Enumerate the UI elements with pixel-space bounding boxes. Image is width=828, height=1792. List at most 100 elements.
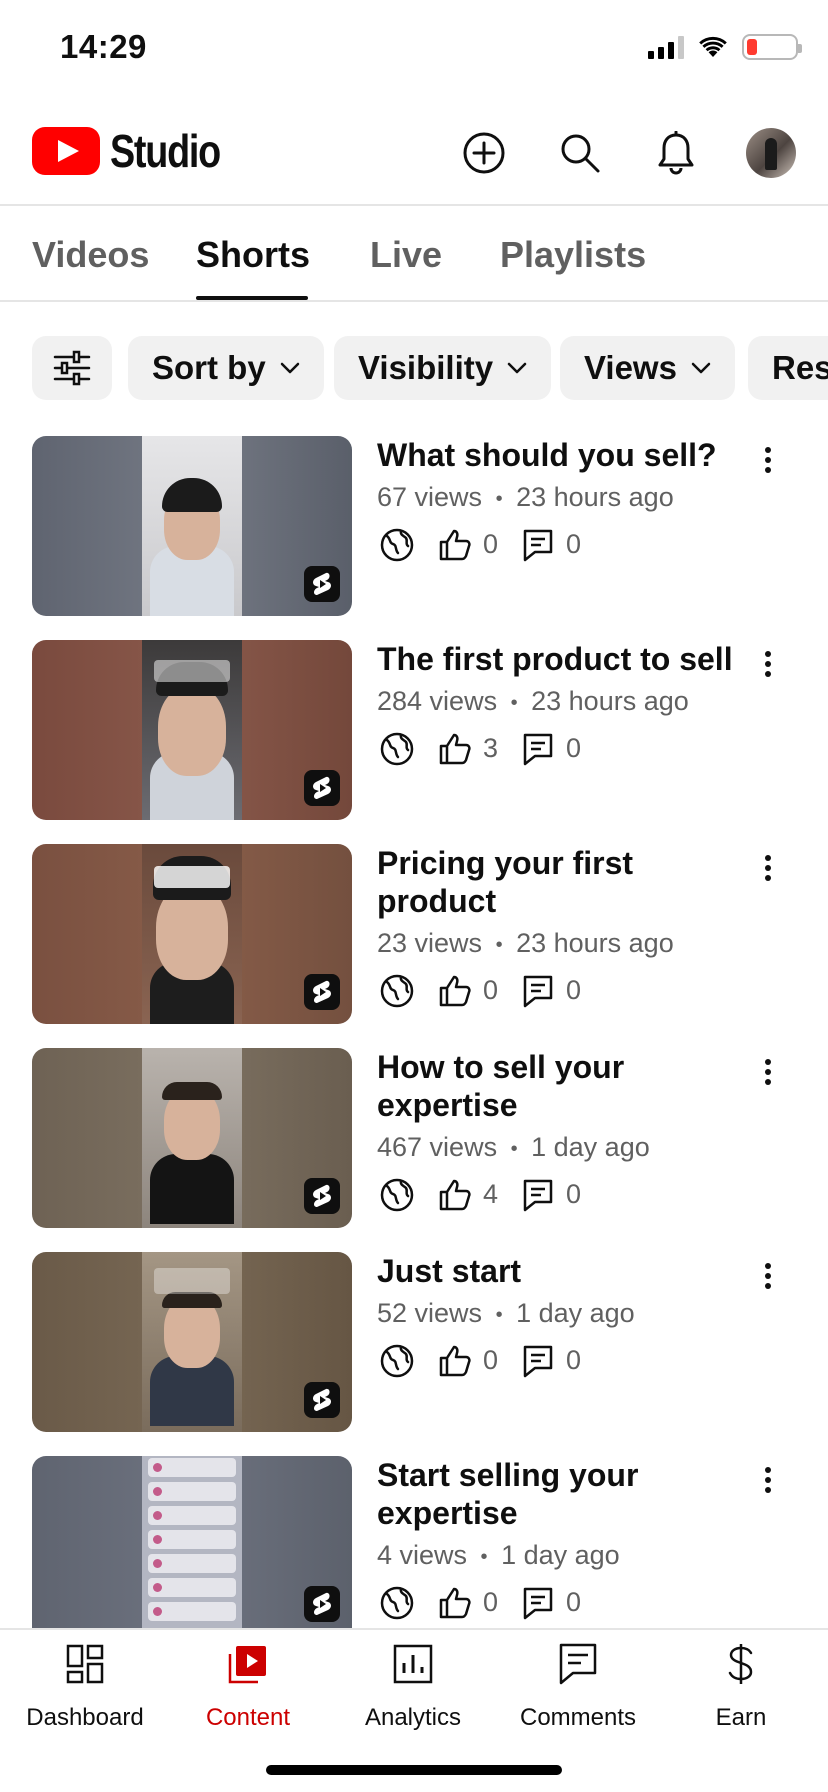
app-header: Studio: [0, 100, 828, 206]
chevron-down-icon: [507, 362, 527, 374]
create-button[interactable]: [456, 125, 512, 181]
chip-label: Visibility: [358, 349, 494, 386]
thumbs-up-icon: [435, 971, 475, 1011]
thumbnail-caption: [154, 1268, 230, 1294]
wifi-icon: [699, 36, 727, 57]
video-info: The first product to sell 284 views • 23…: [377, 640, 757, 771]
more-options-button[interactable]: [750, 644, 786, 684]
status-time: 14:29: [60, 28, 147, 65]
video-meta: 67 views • 23 hours ago: [377, 481, 757, 515]
video-stats: 0 0: [377, 1581, 757, 1625]
more-options-button[interactable]: [750, 848, 786, 888]
video-row[interactable]: Just start 52 views • 1 day ago 0 0: [0, 1252, 828, 1432]
thumbs-up-icon: [435, 729, 475, 769]
shorts-badge: [304, 974, 340, 1010]
shorts-badge: [304, 1382, 340, 1418]
thumbnail-caption: [154, 660, 230, 682]
more-options-button[interactable]: [750, 1052, 786, 1092]
meta-separator: •: [480, 1545, 488, 1568]
more-options-button[interactable]: [750, 440, 786, 480]
home-indicator[interactable]: [266, 1765, 562, 1775]
globe-icon: [377, 971, 417, 1011]
video-thumbnail[interactable]: [32, 436, 352, 616]
nav-analytics[interactable]: Analytics: [333, 1640, 493, 1732]
shorts-icon: [313, 980, 331, 1003]
sliders-icon: [53, 350, 91, 386]
status-icons: [648, 34, 802, 60]
more-options-button[interactable]: [750, 1460, 786, 1500]
shorts-icon: [313, 572, 331, 595]
video-meta: 284 views • 23 hours ago: [377, 685, 757, 719]
youtube-logo-icon: [32, 127, 100, 175]
upload-age: 23 hours ago: [516, 482, 674, 512]
upload-age: 23 hours ago: [516, 928, 674, 958]
nav-content[interactable]: Content: [168, 1640, 328, 1732]
shorts-icon: [313, 1592, 331, 1615]
tab-videos[interactable]: Videos: [32, 234, 149, 276]
video-title[interactable]: What should you sell?: [377, 436, 757, 474]
sort-by-chip[interactable]: Sort by: [128, 336, 324, 400]
globe-icon: [377, 1175, 417, 1215]
chip-label: Views: [584, 349, 677, 386]
visibility-chip[interactable]: Visibility: [334, 336, 552, 400]
search-button[interactable]: [552, 125, 608, 181]
notifications-button[interactable]: [648, 125, 704, 181]
comment-count: 0: [566, 733, 582, 764]
video-info: How to sell your expertise 467 views • 1…: [377, 1048, 757, 1217]
nav-dashboard[interactable]: Dashboard: [5, 1640, 165, 1732]
nav-earn[interactable]: Earn: [661, 1640, 821, 1732]
video-title[interactable]: How to sell your expertise: [377, 1048, 677, 1124]
like-count: 0: [483, 529, 499, 560]
video-row[interactable]: Pricing your first product 23 views • 23…: [0, 844, 828, 1024]
thumbs-up-icon: [435, 1175, 475, 1215]
video-thumbnail[interactable]: [32, 640, 352, 820]
nav-comments[interactable]: Comments: [498, 1640, 658, 1732]
video-stats: 0 0: [377, 523, 757, 567]
video-row[interactable]: The first product to sell 284 views • 23…: [0, 640, 828, 820]
shorts-badge: [304, 1586, 340, 1622]
tab-shorts[interactable]: Shorts: [196, 234, 310, 276]
video-thumbnail[interactable]: [32, 1048, 352, 1228]
meta-separator: •: [495, 1303, 503, 1326]
video-row[interactable]: What should you sell? 67 views • 23 hour…: [0, 436, 828, 616]
like-count: 0: [483, 1345, 499, 1376]
thumbnail-notification: [148, 1506, 236, 1525]
thumbnail-notification: [148, 1530, 236, 1549]
comment-count: 0: [566, 529, 582, 560]
view-count: 52 views: [377, 1298, 483, 1328]
video-thumbnail[interactable]: [32, 1252, 352, 1432]
thumbs-up-icon: [435, 1583, 475, 1623]
globe-icon: [377, 1341, 417, 1381]
comment-icon: [518, 729, 558, 769]
video-row[interactable]: Start selling your expertise 4 views • 1…: [0, 1456, 828, 1628]
tab-playlists[interactable]: Playlists: [500, 234, 646, 276]
globe-icon: [377, 1583, 417, 1623]
video-stats: 4 0: [377, 1173, 757, 1217]
video-stats: 3 0: [377, 727, 757, 771]
tab-live[interactable]: Live: [370, 234, 442, 276]
video-thumbnail[interactable]: [32, 844, 352, 1024]
video-title[interactable]: The first product to sell: [377, 640, 757, 678]
video-row[interactable]: How to sell your expertise 467 views • 1…: [0, 1048, 828, 1248]
comment-icon: [518, 1583, 558, 1623]
meta-separator: •: [495, 933, 503, 956]
video-title[interactable]: Start selling your expertise: [377, 1456, 677, 1532]
filter-settings-button[interactable]: [32, 336, 112, 400]
video-meta: 52 views • 1 day ago: [377, 1297, 757, 1331]
views-chip[interactable]: Views: [560, 336, 735, 400]
thumbnail-frame: [142, 844, 242, 1024]
logo-text: Studio: [110, 125, 221, 177]
account-avatar[interactable]: [746, 128, 796, 178]
video-title[interactable]: Pricing your first product: [377, 844, 757, 920]
comment-icon: [518, 525, 558, 565]
video-info: Pricing your first product 23 views • 23…: [377, 844, 757, 1013]
more-vert-icon: [765, 855, 771, 881]
thumbnail-beanie: [162, 478, 222, 512]
filter-bar: Sort by Visibility Views Res: [0, 336, 828, 400]
meta-separator: •: [495, 487, 503, 510]
video-thumbnail[interactable]: [32, 1456, 352, 1628]
thumbnail-hair: [162, 1292, 222, 1308]
restrictions-chip[interactable]: Res: [748, 336, 828, 400]
more-options-button[interactable]: [750, 1256, 786, 1296]
video-title[interactable]: Just start: [377, 1252, 757, 1290]
